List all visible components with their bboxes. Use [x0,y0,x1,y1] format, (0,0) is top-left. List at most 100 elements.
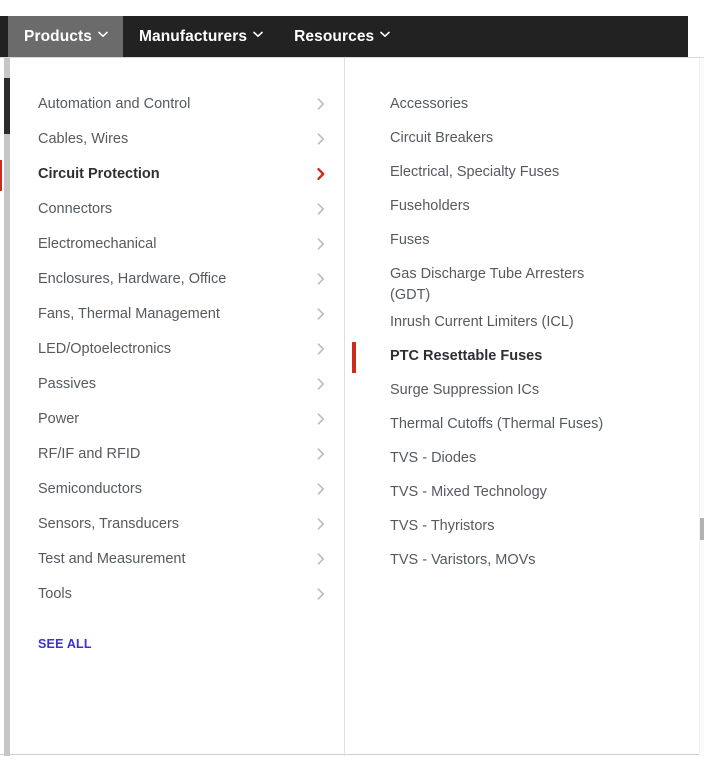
active-indicator-bar [352,192,356,223]
active-indicator-bar [0,545,2,576]
category-item-label: Sensors, Transducers [38,516,180,532]
active-indicator-bar [352,308,356,339]
category-item-label: Test and Measurement [38,551,186,567]
subcategory-item-ptc-resettable-fuses[interactable]: PTC Resettable Fuses [352,340,685,374]
category-item-label: LED/Optoelectronics [38,341,171,357]
subcategory-item-tvs-thyristors[interactable]: TVS - Thyristors [372,510,685,544]
category-item-rf-if-and-rfid[interactable]: RF/IF and RFID [12,438,344,473]
subcategory-item-fuses[interactable]: Fuses [372,224,685,258]
subcategory-column: Accessories Circuit Breakers Electrical, S… [345,58,685,756]
active-indicator-bar [352,478,356,509]
nav-item-label: Resources [294,27,375,45]
subcategory-item-label: TVS - Diodes [390,450,477,466]
category-item-label: Cables, Wires [38,131,129,147]
category-item-cables-wires[interactable]: Cables, Wires [12,123,344,158]
category-item-label: Power [38,411,80,427]
subcategory-item-label: TVS - Mixed Technology [390,484,547,500]
active-indicator-bar [0,580,2,611]
active-indicator-bar [0,90,2,121]
subcategory-item-label: Gas Discharge Tube Arresters (GDT) [390,266,585,303]
subcategory-item-label: Thermal Cutoffs (Thermal Fuses) [390,416,604,432]
category-item-electromechanical[interactable]: Electromechanical [12,228,344,263]
category-item-label: Semiconductors [38,481,142,497]
chevron-right-icon [316,343,326,355]
subcategory-item-gas-discharge-tube-arresters-gdt[interactable]: Gas Discharge Tube Arresters (GDT) [372,258,685,306]
nav-item-manufacturers[interactable]: Manufacturers [123,16,278,57]
nav-item-products[interactable]: Products [8,16,123,57]
chevron-down-icon [380,31,391,40]
products-megamenu-panel: Automation and Control Cables, Wires Circu… [0,57,704,756]
active-indicator-bar [0,160,2,191]
chevron-right-icon [316,308,326,320]
subcategory-item-tvs-mixed-technology[interactable]: TVS - Mixed Technology [372,476,685,510]
megamenu-columns: Automation and Control Cables, Wires Circu… [0,58,692,756]
category-item-circuit-protection[interactable]: Circuit Protection [0,158,344,193]
nav-item-label: Products [24,27,92,45]
subcategory-item-inrush-current-limiters-icl[interactable]: Inrush Current Limiters (ICL) [372,306,685,340]
category-column: Automation and Control Cables, Wires Circu… [0,58,345,756]
subcategory-item-label: TVS - Thyristors [390,518,495,534]
subcategory-item-label: Surge Suppression ICs [390,382,540,398]
category-item-fans-thermal-management[interactable]: Fans, Thermal Management [12,298,344,333]
active-indicator-bar [0,195,2,226]
nav-item-label: Manufacturers [138,27,248,45]
category-item-label: Circuit Protection [38,166,160,182]
chevron-down-icon [253,31,263,40]
chevron-right-icon [316,588,326,600]
category-item-test-and-measurement[interactable]: Test and Measurement [12,543,344,578]
category-item-label: Fans, Thermal Management [38,306,220,322]
category-item-passives[interactable]: Passives [12,368,344,403]
active-indicator-bar [0,440,2,471]
chevron-right-icon [316,98,326,110]
category-item-automation-and-control[interactable]: Automation and Control [12,88,344,123]
subcategory-item-label: Circuit Breakers [390,130,494,146]
category-item-label: Automation and Control [38,96,191,112]
subcategory-item-circuit-breakers[interactable]: Circuit Breakers [372,122,685,156]
subcategory-item-surge-suppression-ics[interactable]: Surge Suppression ICs [372,374,685,408]
category-list: Automation and Control Cables, Wires Circu… [0,88,344,613]
category-item-led-optoelectronics[interactable]: LED/Optoelectronics [12,333,344,368]
subcategory-item-fuseholders[interactable]: Fuseholders [372,190,685,224]
active-indicator-bar [352,546,356,577]
subcategory-item-label: Inrush Current Limiters (ICL) [390,314,574,330]
page-scrollbar[interactable] [699,58,704,756]
active-indicator-bar [352,410,356,441]
active-indicator-bar [0,230,2,261]
subcategory-item-label: PTC Resettable Fuses [390,348,543,364]
category-item-power[interactable]: Power [12,403,344,438]
active-indicator-bar [352,444,356,475]
page-scrollbar-thumb[interactable] [700,518,704,540]
subcategory-item-label: Accessories [390,96,469,112]
category-item-label: Passives [38,376,97,392]
category-item-tools[interactable]: Tools [12,578,344,613]
active-indicator-bar [352,158,356,189]
category-item-label: Connectors [38,201,113,217]
chevron-right-icon [316,203,326,215]
megamenu-scrollbar-thumb[interactable] [4,78,10,134]
chevron-right-icon [316,448,326,460]
see-all-container: SEE ALL [12,613,344,653]
category-item-connectors[interactable]: Connectors [12,193,344,228]
subcategory-item-tvs-varistors-movs[interactable]: TVS - Varistors, MOVs [372,544,685,578]
category-item-label: RF/IF and RFID [38,446,141,462]
see-all-link[interactable]: SEE ALL [38,637,92,651]
nav-item-resources[interactable]: Resources [278,16,405,57]
active-indicator-bar [0,370,2,401]
category-item-label: Tools [38,586,72,602]
active-indicator-bar [0,265,2,296]
active-indicator-bar [352,512,356,543]
category-item-label: Electromechanical [38,236,157,252]
subcategory-item-tvs-diodes[interactable]: TVS - Diodes [372,442,685,476]
active-indicator-bar [0,475,2,506]
subcategory-item-thermal-cutoffs-thermal-fuses[interactable]: Thermal Cutoffs (Thermal Fuses) [372,408,685,442]
chevron-right-icon [316,413,326,425]
category-item-enclosures-hardware-office[interactable]: Enclosures, Hardware, Office [12,263,344,298]
active-indicator-bar [0,335,2,366]
subcategory-item-electrical-specialty-fuses[interactable]: Electrical, Specialty Fuses [372,156,685,190]
category-item-sensors-transducers[interactable]: Sensors, Transducers [12,508,344,543]
subcategory-item-label: Fuseholders [390,198,470,214]
subcategory-item-accessories[interactable]: Accessories [372,88,685,122]
megamenu-scrollbar[interactable] [4,58,10,756]
chevron-right-icon [316,553,326,565]
category-item-semiconductors[interactable]: Semiconductors [12,473,344,508]
